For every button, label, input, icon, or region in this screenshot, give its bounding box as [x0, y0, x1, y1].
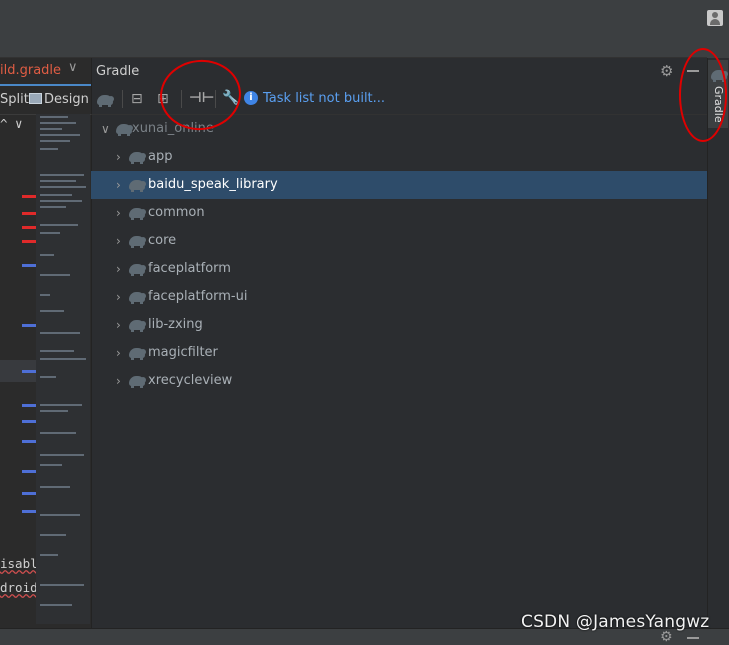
toolbar-separator — [122, 90, 123, 108]
error-marker — [22, 195, 36, 198]
elephant-icon — [129, 348, 146, 360]
tree-item-module[interactable]: › faceplatform-ui — [91, 283, 707, 311]
tree-item-module[interactable]: › core — [91, 227, 707, 255]
tree-item-label: faceplatform-ui — [148, 289, 248, 304]
tree-item-module[interactable]: › common — [91, 199, 707, 227]
change-marker — [22, 492, 36, 495]
editor-tab-build-gradle[interactable]: ild.gradle — [0, 63, 61, 78]
tree-item-label: app — [148, 149, 173, 164]
change-marker — [22, 510, 36, 513]
watermark: CSDN @JamesYangwz — [521, 612, 710, 632]
tree-item-module[interactable]: › app — [91, 143, 707, 171]
elephant-icon — [129, 376, 146, 388]
elephant-icon — [129, 292, 146, 304]
code-line: isabl — [0, 556, 38, 571]
code-minimap — [36, 114, 90, 624]
tree-item-label: lib-zxing — [148, 317, 203, 332]
chevron-right-icon[interactable]: › — [116, 262, 121, 276]
chevron-down-icon[interactable]: ∨ — [101, 122, 110, 136]
tree-item-label: magicfilter — [148, 345, 218, 360]
tree-item-module-selected[interactable]: › baidu_speak_library — [91, 171, 707, 199]
change-marker — [22, 470, 36, 473]
user-avatar-icon[interactable] — [707, 10, 723, 26]
design-view-button[interactable]: Design — [44, 92, 89, 107]
info-icon: i — [244, 91, 258, 105]
chevron-right-icon[interactable]: › — [116, 234, 121, 248]
tree-item-module[interactable]: › lib-zxing — [91, 311, 707, 339]
chevron-right-icon[interactable]: › — [116, 290, 121, 304]
expand-all-icon[interactable]: ⊟ — [131, 91, 143, 107]
chevron-right-icon[interactable]: › — [116, 178, 121, 192]
right-tool-stripe — [707, 58, 729, 628]
tab-list-chevron-icon[interactable]: ∨ — [68, 60, 78, 75]
change-marker — [22, 420, 36, 423]
panel-title: Gradle — [96, 64, 140, 79]
chevron-right-icon[interactable]: › — [116, 206, 121, 220]
chevron-right-icon[interactable]: › — [116, 346, 121, 360]
gear-icon[interactable]: ⚙ — [660, 62, 673, 80]
tree-item-label: faceplatform — [148, 261, 231, 276]
tree-item-module[interactable]: › faceplatform — [91, 255, 707, 283]
code-fragment: ^ ∨ — [0, 116, 23, 131]
annotation-circle — [679, 48, 727, 142]
code-line: droid — [0, 580, 38, 595]
active-tab-indicator — [0, 84, 91, 86]
image-icon — [29, 93, 42, 104]
split-view-button[interactable]: Split — [0, 92, 29, 107]
change-marker — [22, 324, 36, 327]
elephant-icon — [129, 152, 146, 164]
change-marker — [22, 440, 36, 443]
change-marker — [22, 370, 36, 373]
tree-item-module[interactable]: › magicfilter — [91, 339, 707, 367]
tree-item-label: core — [148, 233, 177, 248]
elephant-icon — [116, 124, 133, 136]
title-bar — [0, 0, 729, 58]
chevron-right-icon[interactable]: › — [116, 150, 121, 164]
elephant-icon — [129, 264, 146, 276]
elephant-icon — [129, 236, 146, 248]
elephant-icon — [129, 320, 146, 332]
error-marker — [22, 212, 36, 215]
elephant-icon — [129, 208, 146, 220]
chevron-right-icon[interactable]: › — [116, 318, 121, 332]
tree-item-label: common — [148, 205, 205, 220]
tree-item-module[interactable]: › xrecycleview — [91, 367, 707, 395]
change-marker — [22, 404, 36, 407]
tree-item-label: xrecycleview — [148, 373, 233, 388]
task-list-status-link[interactable]: Task list not built... — [263, 91, 385, 106]
error-marker — [22, 226, 36, 229]
minimize-icon[interactable] — [687, 637, 699, 639]
elephant-icon[interactable] — [97, 95, 114, 107]
elephant-icon — [129, 180, 146, 192]
tree-item-label: baidu_speak_library — [148, 177, 278, 192]
change-marker — [22, 264, 36, 267]
error-marker — [22, 240, 36, 243]
chevron-right-icon[interactable]: › — [116, 374, 121, 388]
